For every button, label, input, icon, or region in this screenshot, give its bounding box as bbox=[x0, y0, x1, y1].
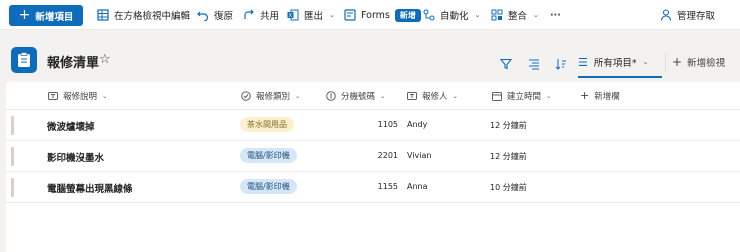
reporter-value: Anna bbox=[407, 182, 428, 191]
chevron-down-icon: ⌄ bbox=[452, 91, 458, 100]
export-button[interactable]: X 匯出 ⌄ bbox=[286, 7, 335, 23]
category-pill: 電腦/影印機 bbox=[240, 179, 297, 194]
plus-icon: + bbox=[672, 55, 683, 69]
created-value: 10 分鐘前 bbox=[490, 183, 527, 192]
column-label: 分機號碼 bbox=[341, 91, 376, 102]
more-button[interactable]: ··· bbox=[550, 7, 561, 23]
reporter-value: Vivian bbox=[407, 151, 432, 160]
list-grid: 報修說明 ⌄ 報修類別 ⌄ 分機號碼 ⌄ 報修人 ⌄ 建立時間 ⌄ + 新增欄 bbox=[6, 82, 740, 252]
chevron-down-icon: ⌄ bbox=[642, 58, 649, 66]
share-icon bbox=[242, 9, 255, 22]
automate-label: 自動化 bbox=[440, 11, 469, 22]
row-title[interactable]: 電腦螢幕出現黑線條 bbox=[47, 181, 133, 195]
undo-icon bbox=[196, 9, 209, 22]
new-item-button[interactable]: + 新增項目 bbox=[9, 5, 83, 26]
category-pill: 電腦/影印機 bbox=[240, 148, 297, 163]
share-button[interactable]: 共用 bbox=[242, 7, 279, 23]
add-view-label: 新增檢視 bbox=[687, 58, 726, 69]
more-label: ··· bbox=[550, 9, 561, 21]
chevron-down-icon: ⌄ bbox=[295, 91, 301, 100]
grid-icon bbox=[96, 9, 109, 22]
filter-icon[interactable] bbox=[499, 57, 513, 71]
column-header-reporter[interactable]: 報修人 ⌄ bbox=[407, 82, 458, 109]
view-selector[interactable]: ☰ 所有項目* ⌄ bbox=[578, 51, 662, 78]
page-title: 報修清單 bbox=[47, 56, 100, 71]
row-select-handle[interactable] bbox=[11, 116, 14, 135]
manage-access-button[interactable]: 管理存取 bbox=[659, 7, 715, 23]
favorite-star-icon[interactable]: ☆ bbox=[99, 52, 111, 67]
sort-icon[interactable] bbox=[554, 57, 568, 71]
extension-value: 1155 bbox=[377, 182, 398, 191]
automate-button[interactable]: 自動化 ⌄ bbox=[422, 7, 480, 23]
chevron-down-icon: ⌄ bbox=[329, 11, 335, 19]
chevron-down-icon: ⌄ bbox=[474, 11, 481, 19]
list-header: 報修清單 ☆ ☰ 所有項目* ⌄ + 新增檢視 bbox=[0, 31, 740, 87]
column-label: 報修說明 bbox=[63, 91, 98, 102]
number-icon bbox=[326, 90, 336, 101]
column-header-created[interactable]: 建立時間 ⌄ bbox=[492, 82, 551, 109]
column-header-extension[interactable]: 分機號碼 ⌄ bbox=[326, 82, 385, 109]
column-label: 建立時間 bbox=[507, 91, 542, 102]
add-column-button[interactable]: + 新增欄 bbox=[580, 82, 620, 109]
integrate-icon bbox=[490, 9, 503, 22]
created-value: 12 分鐘前 bbox=[490, 152, 527, 161]
new-item-label: 新增項目 bbox=[35, 11, 74, 23]
edit-grid-label: 在方格檢視中編輯 bbox=[114, 11, 191, 22]
plus-icon: + bbox=[580, 89, 590, 102]
list-logo-icon bbox=[11, 47, 37, 73]
undo-button[interactable]: 復原 bbox=[196, 7, 233, 23]
column-header-description[interactable]: 報修說明 ⌄ bbox=[48, 82, 107, 109]
integrate-label: 整合 bbox=[508, 11, 528, 22]
table-row[interactable]: 電腦螢幕出現黑線條 電腦/影印機 1155 Anna 10 分鐘前 bbox=[6, 172, 740, 203]
chevron-down-icon: ⌄ bbox=[546, 91, 552, 100]
view-tab-underline bbox=[578, 76, 662, 78]
automate-icon bbox=[422, 9, 435, 22]
excel-icon: X bbox=[286, 9, 299, 22]
command-bar: + 新增項目 在方格檢視中編輯 復原 共用 X 匯出 ⌄ Forms 新增 自動… bbox=[0, 0, 740, 30]
group-by-icon[interactable] bbox=[527, 57, 541, 71]
undo-label: 復原 bbox=[214, 11, 234, 22]
add-view-button[interactable]: + 新增檢視 bbox=[672, 55, 725, 69]
divider bbox=[665, 53, 666, 73]
view-name-label: 所有項目* bbox=[593, 58, 637, 69]
choice-icon bbox=[241, 90, 251, 101]
new-badge: 新增 bbox=[394, 8, 421, 22]
extension-value: 1105 bbox=[377, 120, 398, 129]
row-title[interactable]: 微波爐壞掉 bbox=[47, 119, 95, 133]
person-icon bbox=[659, 9, 672, 22]
add-column-label: 新增欄 bbox=[594, 91, 620, 102]
reporter-value: Andy bbox=[407, 120, 428, 129]
chevron-down-icon: ⌄ bbox=[102, 91, 108, 100]
extension-value: 2201 bbox=[377, 151, 398, 160]
forms-button[interactable]: Forms 新增 bbox=[343, 7, 421, 23]
edit-grid-view-button[interactable]: 在方格檢視中編輯 bbox=[96, 7, 190, 23]
list-view-icon: ☰ bbox=[578, 55, 588, 69]
category-pill: 茶水間用品 bbox=[240, 117, 294, 132]
share-label: 共用 bbox=[260, 11, 280, 22]
manage-access-label: 管理存取 bbox=[677, 11, 716, 22]
svg-text:X: X bbox=[288, 13, 292, 19]
row-select-handle[interactable] bbox=[11, 147, 14, 166]
plus-icon: + bbox=[18, 7, 31, 23]
row-select-handle[interactable] bbox=[11, 178, 14, 197]
created-value: 12 分鐘前 bbox=[490, 121, 527, 130]
column-header-category[interactable]: 報修類別 ⌄ bbox=[241, 82, 300, 109]
table-row[interactable]: 微波爐壞掉 茶水間用品 1105 Andy 12 分鐘前 bbox=[6, 110, 740, 141]
calendar-icon bbox=[492, 91, 502, 101]
chevron-down-icon: ⌄ bbox=[533, 11, 539, 19]
forms-label: Forms bbox=[361, 9, 390, 21]
row-title[interactable]: 影印機沒墨水 bbox=[47, 150, 104, 164]
text-field-icon bbox=[407, 91, 417, 101]
column-label: 報修類別 bbox=[256, 91, 291, 102]
export-label: 匯出 bbox=[304, 11, 324, 22]
table-row[interactable]: 影印機沒墨水 電腦/影印機 2201 Vivian 12 分鐘前 bbox=[6, 141, 740, 172]
chevron-down-icon: ⌄ bbox=[380, 91, 386, 100]
text-field-icon bbox=[48, 91, 58, 101]
column-label: 報修人 bbox=[422, 91, 448, 102]
forms-icon bbox=[343, 9, 356, 22]
integrate-button[interactable]: 整合 ⌄ bbox=[490, 7, 539, 23]
